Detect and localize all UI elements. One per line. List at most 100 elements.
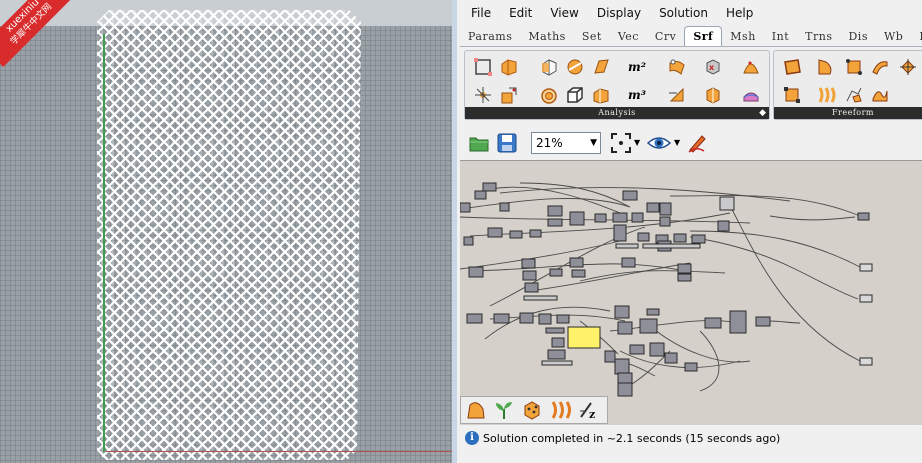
graph-node[interactable] bbox=[594, 213, 607, 223]
graph-node[interactable] bbox=[614, 358, 630, 375]
zoom-level-dropdown[interactable]: 21% ▼ bbox=[531, 132, 601, 154]
graph-node[interactable] bbox=[659, 216, 671, 227]
graph-node[interactable] bbox=[646, 308, 660, 316]
tab-crv[interactable]: Crv bbox=[647, 27, 684, 46]
network-surface-icon[interactable] bbox=[896, 55, 920, 79]
tab-vec[interactable]: Vec bbox=[610, 27, 647, 46]
graph-node[interactable] bbox=[613, 224, 627, 242]
menu-display[interactable]: Display bbox=[588, 6, 650, 20]
graph-node[interactable] bbox=[474, 190, 487, 200]
menu-edit[interactable]: Edit bbox=[500, 6, 541, 20]
surface-closest-icon[interactable] bbox=[589, 55, 613, 79]
graph-node[interactable] bbox=[659, 202, 672, 216]
loft-icon[interactable] bbox=[868, 55, 892, 79]
graph-node[interactable] bbox=[859, 263, 873, 272]
edge-surface-icon[interactable] bbox=[814, 55, 838, 79]
graph-node[interactable] bbox=[482, 182, 497, 192]
box-properties-icon[interactable] bbox=[589, 83, 613, 107]
graph-node[interactable] bbox=[677, 263, 692, 274]
graph-node[interactable] bbox=[857, 212, 870, 221]
graph-node[interactable] bbox=[639, 318, 658, 334]
area-m2-icon[interactable]: m² bbox=[625, 55, 649, 79]
brep-icon[interactable] bbox=[465, 399, 487, 421]
graph-node[interactable] bbox=[466, 313, 483, 324]
graph-node[interactable] bbox=[621, 257, 636, 268]
graph-node[interactable] bbox=[460, 202, 471, 213]
tab-wb[interactable]: Wb bbox=[876, 27, 911, 46]
graph-node[interactable] bbox=[487, 227, 503, 238]
graph-node[interactable] bbox=[617, 382, 633, 397]
menu-help[interactable]: Help bbox=[717, 6, 762, 20]
graph-node[interactable] bbox=[468, 266, 484, 278]
sprout-icon[interactable] bbox=[493, 399, 515, 421]
graph-node[interactable] bbox=[649, 342, 665, 357]
dimensions-icon[interactable] bbox=[471, 83, 495, 107]
tab-msh[interactable]: Msh bbox=[722, 27, 764, 46]
graph-node[interactable] bbox=[614, 305, 630, 319]
menu-file[interactable]: File bbox=[462, 6, 500, 20]
graph-node[interactable] bbox=[646, 202, 660, 213]
graph-node[interactable] bbox=[604, 350, 616, 363]
graph-node[interactable] bbox=[637, 232, 650, 242]
principal-curvature-icon[interactable] bbox=[739, 83, 763, 107]
graph-node[interactable] bbox=[859, 357, 873, 366]
graph-node[interactable] bbox=[691, 234, 706, 244]
graph-node[interactable] bbox=[673, 233, 687, 243]
graph-node[interactable] bbox=[642, 243, 701, 249]
zoom-extents-icon[interactable] bbox=[610, 132, 632, 154]
ruled-surface-icon[interactable] bbox=[814, 83, 838, 107]
graph-node[interactable] bbox=[493, 313, 510, 324]
rhino-viewport[interactable] bbox=[0, 0, 452, 463]
ruled-surface-icon[interactable] bbox=[549, 399, 571, 421]
volume-m3-icon[interactable]: m³ bbox=[625, 83, 649, 107]
graph-node[interactable] bbox=[615, 243, 639, 249]
surface-area-icon[interactable] bbox=[563, 55, 587, 79]
cube-dots-icon[interactable] bbox=[521, 399, 543, 421]
graph-node[interactable] bbox=[521, 258, 536, 269]
graph-node[interactable] bbox=[622, 190, 638, 201]
preview-options-chevron-icon[interactable]: ▼ bbox=[674, 132, 684, 154]
graph-node[interactable] bbox=[571, 269, 586, 278]
point-in-brep-icon[interactable]: x bbox=[701, 55, 725, 79]
tab-paneling[interactable]: Panelin bbox=[911, 27, 922, 46]
graph-node[interactable] bbox=[664, 352, 678, 364]
sum-surface-icon[interactable] bbox=[842, 83, 866, 107]
graph-node[interactable] bbox=[729, 310, 747, 334]
brep-curvature-icon[interactable] bbox=[739, 55, 763, 79]
tab-srf[interactable]: Srf bbox=[684, 26, 723, 46]
volume-icon[interactable] bbox=[537, 83, 561, 107]
graph-node[interactable] bbox=[569, 211, 585, 226]
graph-node[interactable] bbox=[545, 327, 565, 334]
menu-view[interactable]: View bbox=[541, 6, 587, 20]
graph-node[interactable] bbox=[549, 268, 563, 277]
graph-node[interactable] bbox=[463, 236, 474, 246]
graph-node[interactable] bbox=[509, 230, 523, 239]
graph-node[interactable] bbox=[541, 360, 573, 366]
graph-node[interactable] bbox=[717, 220, 730, 232]
graph-node[interactable] bbox=[704, 317, 722, 329]
graph-node[interactable] bbox=[499, 202, 510, 212]
extrude-icon[interactable] bbox=[842, 55, 866, 79]
tab-params[interactable]: Params bbox=[460, 27, 520, 46]
graph-node[interactable] bbox=[547, 349, 566, 360]
boundary-surface-icon[interactable] bbox=[780, 55, 804, 79]
graph-node[interactable] bbox=[684, 362, 698, 372]
graph-node[interactable] bbox=[523, 295, 558, 301]
panel-expand-icon[interactable]: ◆ bbox=[759, 107, 766, 119]
preview-eye-icon[interactable] bbox=[646, 132, 672, 154]
zoom-options-chevron-icon[interactable]: ▼ bbox=[634, 132, 644, 154]
graph-node[interactable] bbox=[529, 229, 542, 238]
rail-revolution-icon[interactable] bbox=[780, 83, 804, 107]
graph-node[interactable] bbox=[755, 316, 771, 327]
sketch-pen-icon[interactable] bbox=[686, 132, 708, 154]
graph-node[interactable] bbox=[631, 212, 644, 223]
graph-node[interactable] bbox=[677, 273, 692, 282]
graph-node[interactable] bbox=[547, 218, 563, 227]
open-file-icon[interactable] bbox=[468, 132, 490, 154]
box-edges-icon[interactable] bbox=[471, 55, 495, 79]
grasshopper-canvas[interactable] bbox=[460, 160, 922, 425]
graph-node[interactable] bbox=[538, 313, 552, 325]
graph-node[interactable] bbox=[519, 312, 534, 324]
tab-set[interactable]: Set bbox=[574, 27, 610, 46]
evaluate-surface-icon[interactable] bbox=[665, 55, 689, 79]
